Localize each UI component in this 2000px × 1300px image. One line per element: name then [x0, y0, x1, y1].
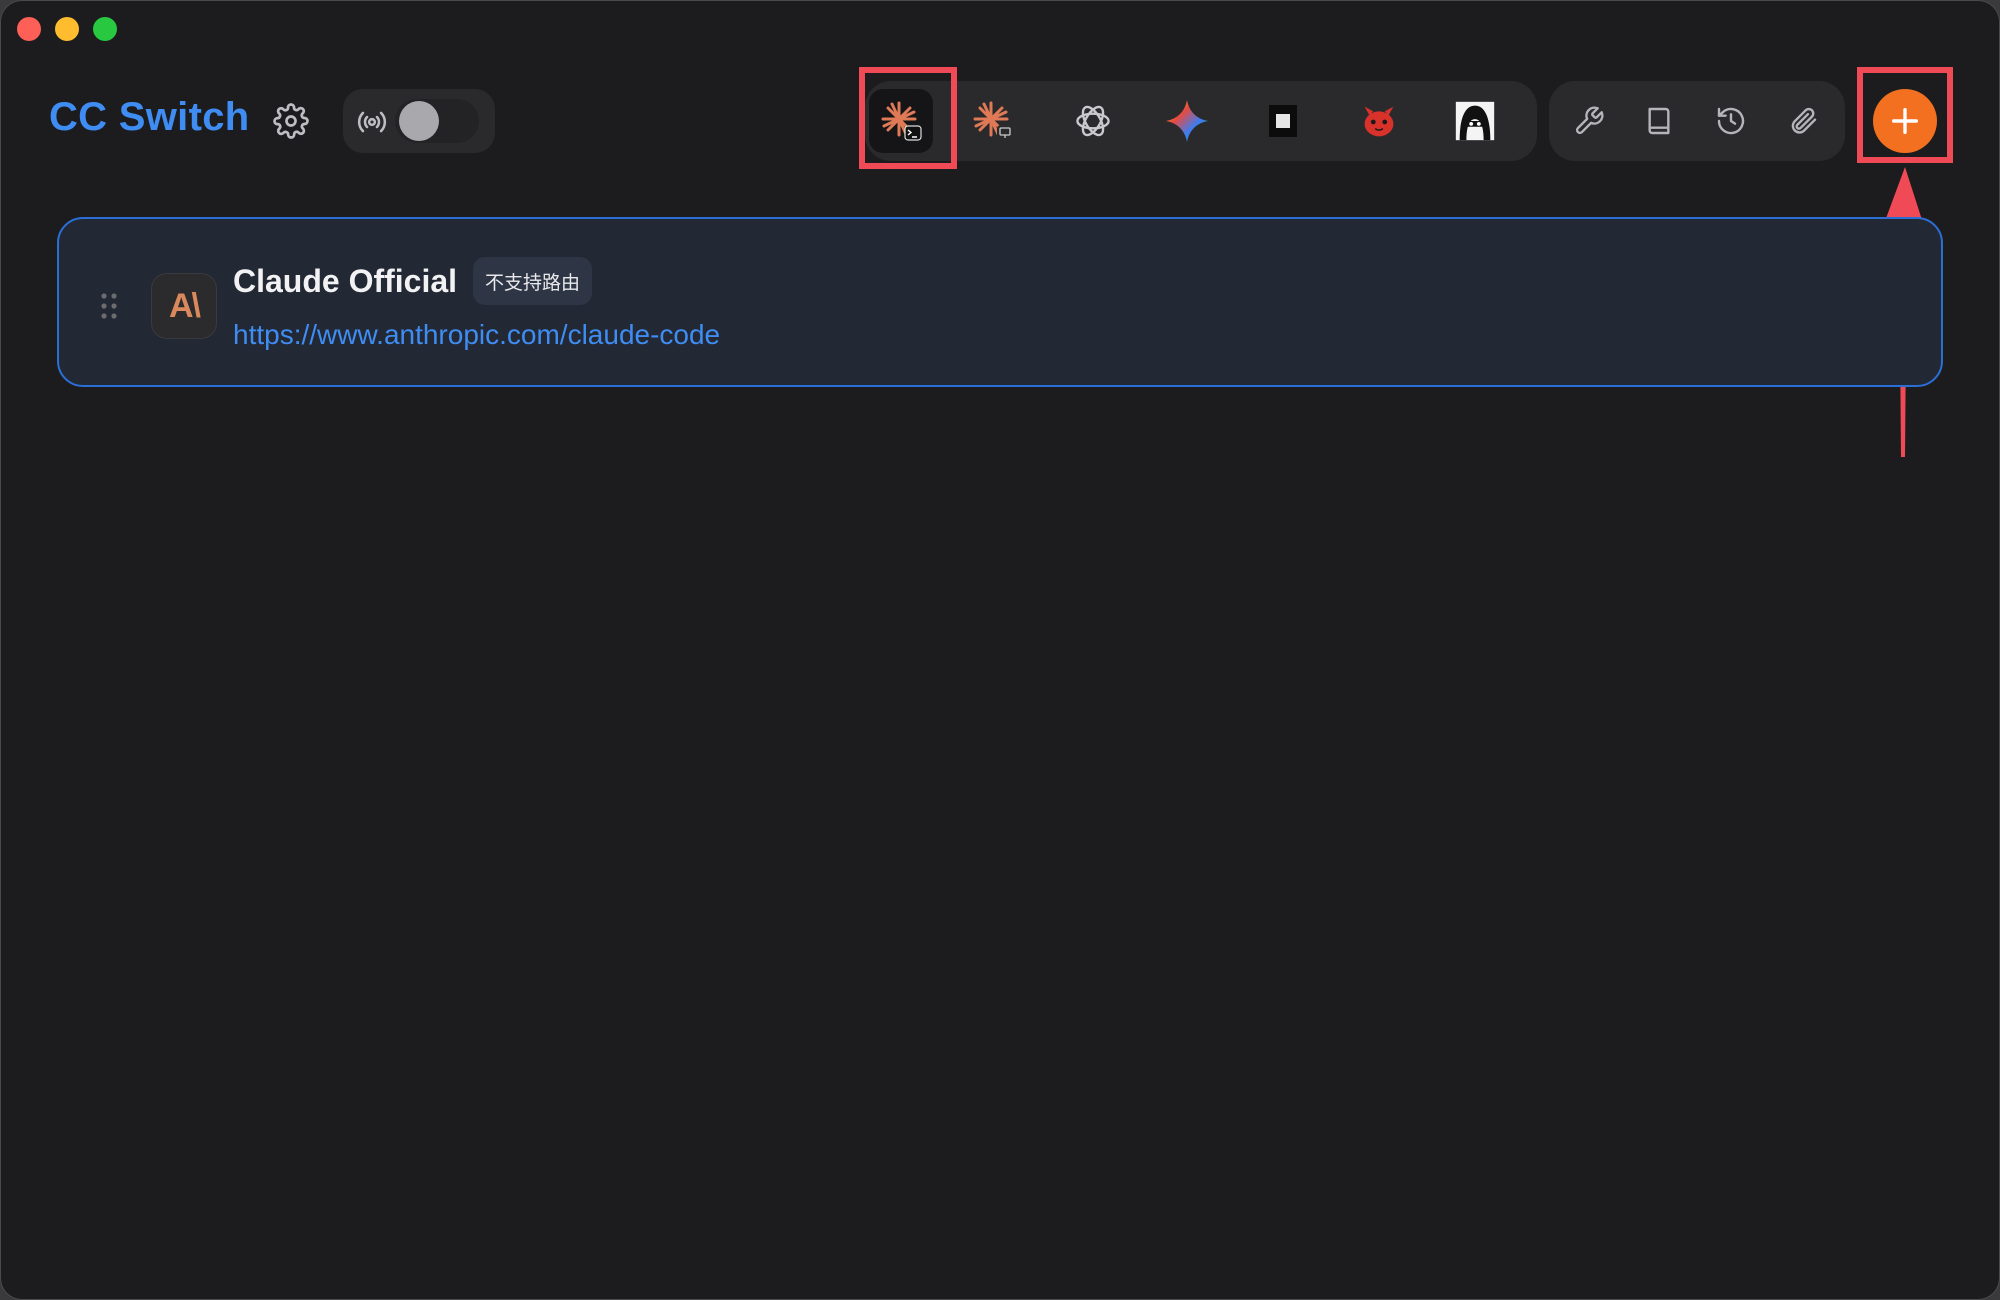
- app-claude-desktop[interactable]: [961, 89, 1025, 153]
- provider-logo: A\: [151, 273, 217, 339]
- tool-bar: [1549, 81, 1845, 161]
- app-selector: [865, 81, 1537, 161]
- app-openai[interactable]: [1061, 89, 1125, 153]
- red-mascot-icon: [1364, 106, 1394, 137]
- history-button[interactable]: [1709, 99, 1753, 143]
- app-avatar[interactable]: [1443, 89, 1507, 153]
- proxy-switch[interactable]: [395, 99, 479, 143]
- broadcast-icon: [357, 111, 387, 133]
- minimize-window-button[interactable]: [55, 17, 79, 41]
- window-controls: [17, 17, 117, 41]
- paperclip-icon: [1791, 107, 1817, 134]
- history-icon: [1717, 107, 1745, 135]
- docs-button[interactable]: [1637, 99, 1681, 143]
- switch-knob: [399, 101, 439, 141]
- app-title: CC Switch: [49, 95, 250, 139]
- settings-gear-icon[interactable]: [273, 103, 309, 139]
- routing-badge: 不支持路由: [473, 257, 593, 305]
- provider-name: Claude Official: [233, 263, 458, 299]
- app-window: CC Switch A\ Claude Official 不支持路由 https…: [0, 0, 2000, 1300]
- claude-desktop-icon: [973, 101, 1013, 141]
- app-gemini[interactable]: [1155, 89, 1219, 153]
- provider-url-link[interactable]: https://www.anthropic.com/claude-code: [233, 319, 720, 351]
- square-app-icon: [1269, 105, 1297, 137]
- app-square[interactable]: [1251, 89, 1315, 153]
- proxy-toggle[interactable]: [343, 89, 495, 153]
- avatar-app-icon: [1455, 101, 1495, 141]
- tools-button[interactable]: [1567, 99, 1611, 143]
- gemini-icon: [1165, 99, 1209, 143]
- openai-icon: [1076, 105, 1110, 137]
- book-icon: [1648, 107, 1670, 135]
- wrench-icon: [1575, 106, 1604, 135]
- app-red-mascot[interactable]: [1347, 89, 1411, 153]
- highlight-box-add: [1857, 67, 1953, 163]
- attachment-button[interactable]: [1781, 99, 1825, 143]
- close-window-button[interactable]: [17, 17, 41, 41]
- provider-card[interactable]: A\ Claude Official 不支持路由 https://www.ant…: [57, 217, 1943, 387]
- drag-handle-icon[interactable]: [99, 291, 119, 321]
- highlight-box-app: [859, 67, 957, 169]
- maximize-window-button[interactable]: [93, 17, 117, 41]
